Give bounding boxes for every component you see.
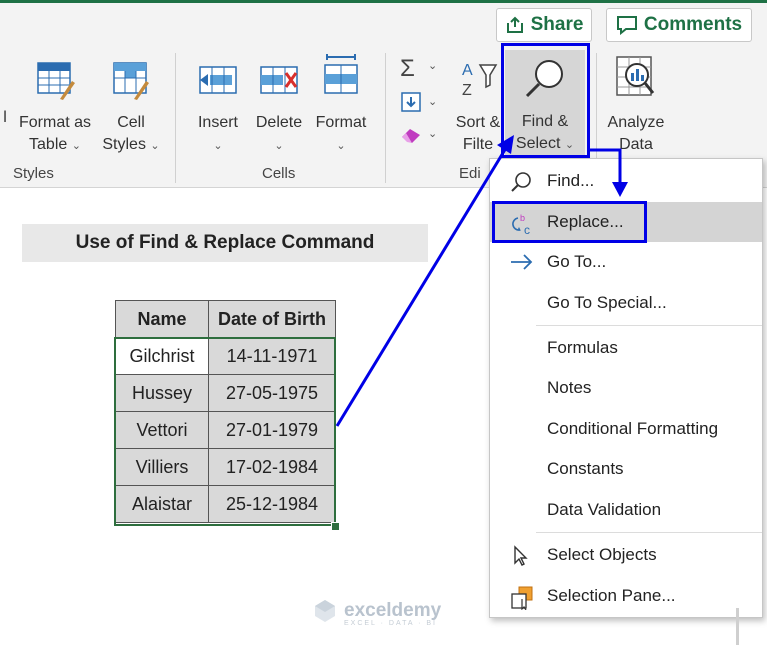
- cell-name[interactable]: Hussey: [115, 374, 209, 412]
- cells-group-label: Cells: [262, 165, 296, 182]
- chevron-down-icon: ⌄: [428, 96, 438, 108]
- clear-button[interactable]: ⌄: [398, 123, 442, 151]
- chevron-down-icon: ⌄: [336, 140, 346, 152]
- menu-item-label: Selection Pane...: [547, 586, 676, 605]
- menu-separator: [536, 532, 762, 533]
- chevron-down-icon: ⌄: [274, 140, 284, 152]
- menu-item-constants[interactable]: Constants: [490, 449, 762, 489]
- insert-button[interactable]: Insert ⌄: [190, 59, 246, 157]
- cell-name[interactable]: Alaistar: [115, 485, 209, 523]
- annotation-frame-replace: [492, 201, 647, 243]
- menu-item-find[interactable]: Find...: [490, 161, 762, 201]
- cell-styles-icon: [98, 59, 164, 108]
- comments-button[interactable]: Comments: [606, 8, 752, 42]
- delete-cells-icon: [251, 59, 307, 108]
- share-button[interactable]: Share: [496, 8, 592, 42]
- fill-button[interactable]: ⌄: [398, 91, 442, 119]
- exceldemy-logo-icon: [312, 598, 338, 629]
- menu-item-label: Go To Special...: [547, 293, 667, 312]
- menu-item-label: Constants: [547, 459, 624, 478]
- format-cells-icon: [311, 53, 371, 108]
- format-as-table-icon: [14, 59, 96, 108]
- svg-text:A: A: [462, 62, 473, 79]
- scrollbar-edge[interactable]: [736, 608, 739, 645]
- menu-item-label: Formulas: [547, 338, 618, 357]
- comments-label: Comments: [643, 14, 743, 35]
- menu-item-selection-pane[interactable]: Selection Pane...: [490, 576, 762, 616]
- analyze-data-icon: [600, 53, 672, 108]
- cell-dob[interactable]: 27-01-1979: [208, 411, 336, 449]
- menu-item-notes[interactable]: Notes: [490, 368, 762, 408]
- table-row: Alaistar 25-12-1984: [115, 485, 336, 523]
- group-separator: [175, 53, 176, 183]
- cell-dob[interactable]: 27-05-1975: [208, 374, 336, 412]
- cell-dob[interactable]: 25-12-1984: [208, 485, 336, 523]
- arrow-right-icon: [510, 252, 533, 274]
- styles-group-label: Styles: [13, 165, 54, 182]
- sigma-icon: Σ: [400, 55, 415, 82]
- watermark-brand: exceldemy: [344, 599, 442, 621]
- share-icon: [505, 15, 525, 35]
- annotation-frame-find-select: [501, 43, 590, 158]
- delete-button[interactable]: Delete ⌄: [251, 59, 307, 157]
- menu-item-label: Notes: [547, 378, 592, 397]
- menu-separator: [536, 325, 762, 326]
- watermark: exceldemy EXCEL · DATA · BI: [312, 598, 441, 629]
- editing-group-label: Edi: [459, 165, 481, 182]
- format-button[interactable]: Format ⌄: [311, 53, 371, 157]
- table-row: Hussey 27-05-1975: [115, 374, 336, 412]
- sheet-title: Use of Find & Replace Command: [22, 224, 428, 262]
- menu-item-label: Conditional Formatting: [547, 419, 719, 438]
- cell-styles-button[interactable]: Cell Styles ⌄: [98, 59, 164, 157]
- data-table: Name Date of Birth Gilchrist 14-11-1971 …: [115, 300, 336, 523]
- comment-icon: [616, 15, 638, 35]
- sort-filter-icon: A Z: [452, 59, 504, 108]
- cell-dob[interactable]: 14-11-1971: [208, 337, 336, 375]
- menu-item-go-to[interactable]: Go To...: [490, 242, 762, 282]
- conditional-formatting-partial[interactable]: l: [0, 107, 10, 129]
- menu-item-go-to-special[interactable]: Go To Special...: [490, 283, 762, 323]
- menu-item-label: Find...: [547, 171, 595, 190]
- column-header-name[interactable]: Name: [115, 300, 209, 338]
- fill-down-icon: [400, 91, 422, 118]
- chevron-down-icon: ⌄: [71, 140, 81, 152]
- cell-name[interactable]: Vettori: [115, 411, 209, 449]
- table-row: Villiers 17-02-1984: [115, 448, 336, 486]
- chevron-down-icon: ⌄: [213, 140, 223, 152]
- chevron-down-icon: ⌄: [428, 128, 438, 140]
- cell-name[interactable]: Villiers: [115, 448, 209, 486]
- selection-pane-icon: [510, 586, 533, 611]
- search-icon: [510, 171, 532, 193]
- chevron-down-icon: ⌄: [150, 140, 160, 152]
- group-separator: [385, 53, 386, 183]
- format-as-table-button[interactable]: Format as Table ⌄: [14, 59, 96, 157]
- chevron-down-icon: ⌄: [428, 60, 438, 72]
- table-header-row: Name Date of Birth: [115, 300, 336, 338]
- sort-filter-button[interactable]: A Z Sort & Filte: [452, 59, 504, 156]
- autosum-button[interactable]: Σ ⌄: [398, 55, 442, 83]
- insert-cells-icon: [190, 59, 246, 108]
- eraser-icon: [400, 125, 424, 150]
- share-label: Share: [530, 14, 584, 35]
- menu-item-label: Select Objects: [547, 545, 657, 564]
- menu-item-select-objects[interactable]: Select Objects: [490, 535, 762, 575]
- menu-item-label: Go To...: [547, 252, 607, 271]
- column-header-dob[interactable]: Date of Birth: [208, 300, 336, 338]
- fill-handle[interactable]: [331, 522, 340, 531]
- menu-item-label: Data Validation: [547, 500, 662, 519]
- table-row: Vettori 27-01-1979: [115, 411, 336, 449]
- cell-dob[interactable]: 17-02-1984: [208, 448, 336, 486]
- menu-item-formulas[interactable]: Formulas: [490, 328, 762, 368]
- analyze-data-button[interactable]: Analyze Data: [600, 53, 672, 156]
- cursor-arrow-icon: [510, 545, 532, 567]
- watermark-tagline: EXCEL · DATA · BI: [344, 619, 437, 627]
- table-row: Gilchrist 14-11-1971: [115, 337, 336, 375]
- menu-item-data-validation[interactable]: Data Validation: [490, 490, 762, 530]
- svg-text:Z: Z: [462, 82, 472, 99]
- menu-item-conditional-formatting[interactable]: Conditional Formatting: [490, 409, 762, 449]
- cell-name[interactable]: Gilchrist: [115, 337, 209, 375]
